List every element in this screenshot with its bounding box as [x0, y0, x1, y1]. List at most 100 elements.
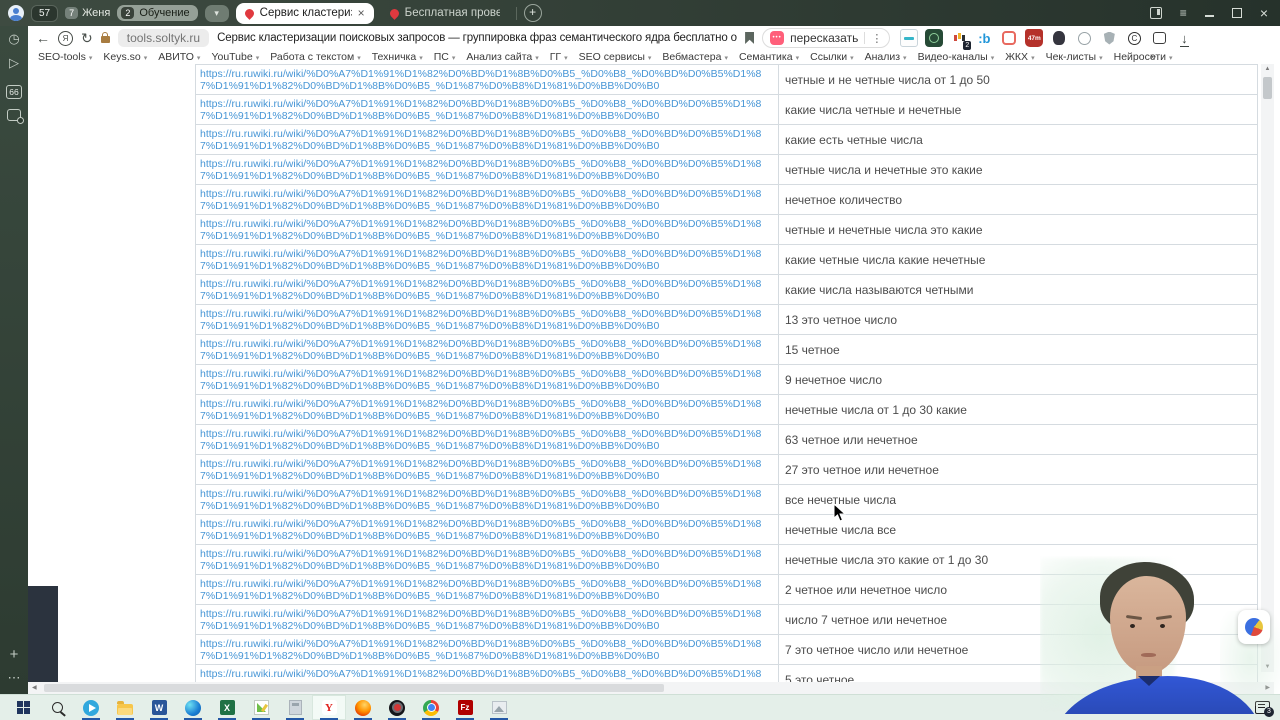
tab-group-chevron-down-icon[interactable] — [204, 4, 229, 22]
result-url-link[interactable]: https://ru.ruwiki.ru/wiki/%D0%A7%D1%91%D… — [196, 245, 779, 274]
vertical-scrollbar[interactable] — [1261, 64, 1274, 672]
new-tab-button[interactable] — [523, 4, 542, 22]
result-url-link[interactable]: https://ru.ruwiki.ru/wiki/%D0%A7%D1%91%D… — [196, 305, 779, 334]
bookmark-folder[interactable]: Чек-листы — [1046, 51, 1103, 63]
bookmark-folder[interactable]: ЖКХ — [1005, 51, 1034, 63]
bookmark-folder[interactable]: SEO-tools — [38, 51, 92, 63]
refresh-icon[interactable] — [81, 31, 93, 45]
floating-extension-button[interactable] — [1238, 610, 1270, 644]
result-url-link[interactable]: https://ru.ruwiki.ru/wiki/%D0%A7%D1%91%D… — [196, 275, 779, 304]
result-url-link[interactable]: https://ru.ruwiki.ru/wiki/%D0%A7%D1%91%D… — [196, 425, 779, 454]
scroll-up-icon[interactable] — [1261, 66, 1274, 72]
search-icon[interactable] — [40, 695, 74, 720]
restore-button[interactable] — [1231, 8, 1242, 18]
result-url-link[interactable]: https://ru.ruwiki.ru/wiki/%D0%A7%D1%91%D… — [196, 365, 779, 394]
bookmark-folder[interactable]: Вебмастера — [662, 51, 728, 63]
bookmark-folder[interactable]: SEO сервисы — [579, 51, 652, 63]
tab-group-zhenya[interactable]: 7 Женя — [65, 7, 110, 19]
bookmark-folder[interactable]: Keys.so — [103, 51, 147, 63]
result-url-link[interactable]: https://ru.ruwiki.ru/wiki/%D0%A7%D1%91%D… — [196, 635, 779, 664]
retell-button[interactable]: пересказать — [762, 28, 891, 48]
edge-icon[interactable] — [176, 695, 210, 720]
yandex-services-icon[interactable] — [58, 30, 73, 46]
result-url-link[interactable]: https://ru.ruwiki.ru/wiki/%D0%A7%D1%91%D… — [196, 155, 779, 184]
result-url-link[interactable]: https://ru.ruwiki.ru/wiki/%D0%A7%D1%91%D… — [196, 185, 779, 214]
bookmark-folder[interactable]: Ссылки — [810, 51, 853, 63]
bookmark-folder[interactable]: АВИТО — [158, 51, 200, 63]
filezilla-icon[interactable] — [448, 695, 482, 720]
dark-mascot-extension-icon[interactable] — [1050, 29, 1068, 47]
result-url-link[interactable]: https://ru.ruwiki.ru/wiki/%D0%A7%D1%91%D… — [196, 485, 779, 514]
retell-more-icon[interactable] — [871, 32, 882, 45]
evergreen-extension-icon[interactable] — [925, 29, 944, 47]
result-url-link[interactable]: https://ru.ruwiki.ru/wiki/%D0%A7%D1%91%D… — [196, 395, 779, 424]
bookmark-folder[interactable]: ГГ — [550, 51, 568, 63]
bookmark-folder[interactable]: Работа с текстом — [270, 51, 361, 63]
scroll-right-icon[interactable] — [1265, 682, 1270, 694]
recorder-icon[interactable] — [380, 695, 414, 720]
result-url-link[interactable]: https://ru.ruwiki.ru/wiki/%D0%A7%D1%91%D… — [196, 515, 779, 544]
downloads-icon[interactable] — [1175, 29, 1193, 47]
result-url-link[interactable]: https://ru.ruwiki.ru/wiki/%D0%A7%D1%91%D… — [196, 665, 779, 682]
copyright-extension-icon[interactable] — [1125, 29, 1143, 47]
shield-extension-icon[interactable] — [1100, 29, 1118, 47]
gray-disc-extension-icon[interactable] — [1075, 29, 1093, 47]
orange-cam-extension-icon[interactable] — [1000, 29, 1018, 47]
result-url-link[interactable]: https://ru.ruwiki.ru/wiki/%D0%A7%D1%91%D… — [196, 545, 779, 574]
chrome-icon[interactable] — [414, 695, 448, 720]
traffic-47m-extension-icon[interactable]: 47m — [1025, 29, 1044, 47]
sidebar-more-icon[interactable] — [0, 670, 28, 686]
close-button[interactable] — [1260, 6, 1268, 20]
bookmark-folder[interactable]: Семантика — [739, 51, 799, 63]
photos-icon[interactable] — [482, 695, 516, 720]
tabs-counter-chip[interactable]: 57 — [31, 4, 59, 22]
scroll-left-icon[interactable] — [32, 682, 37, 694]
result-url-link[interactable]: https://ru.ruwiki.ru/wiki/%D0%A7%D1%91%D… — [196, 95, 779, 124]
taskbar-date[interactable]: 17.06.2024 — [1191, 702, 1246, 714]
menu-icon[interactable] — [1180, 7, 1187, 19]
notification-center-icon[interactable]: 3 — [1255, 701, 1274, 717]
tab-group-obuchenie[interactable]: 2 Обучение — [117, 5, 198, 21]
bookmark-flag-icon[interactable] — [745, 32, 755, 44]
video-play-icon[interactable] — [0, 56, 28, 71]
tab-close-icon[interactable] — [358, 7, 365, 19]
screenshot-chat-icon[interactable] — [0, 108, 28, 124]
lock-icon[interactable] — [100, 32, 110, 43]
editor-icon[interactable] — [244, 695, 278, 720]
firefox-icon[interactable] — [346, 695, 380, 720]
bookmarks-overflow-button[interactable]: » — [1150, 51, 1156, 63]
bookmark-folder[interactable]: YouTube — [211, 51, 259, 63]
explorer-icon[interactable] — [108, 695, 142, 720]
result-url-link[interactable]: https://ru.ruwiki.ru/wiki/%D0%A7%D1%91%D… — [196, 455, 779, 484]
yandex-browser-icon[interactable] — [312, 695, 346, 720]
blue-b-extension-icon[interactable] — [975, 29, 993, 47]
counter-badge[interactable]: 66 — [0, 82, 28, 100]
word-icon[interactable] — [142, 695, 176, 720]
history-clock-icon[interactable] — [0, 32, 28, 47]
back-icon[interactable] — [36, 31, 50, 45]
minimize-button[interactable] — [1204, 15, 1214, 17]
result-url-link[interactable]: https://ru.ruwiki.ru/wiki/%D0%A7%D1%91%D… — [196, 605, 779, 634]
sidebar-add-icon[interactable] — [0, 646, 28, 663]
result-url-link[interactable]: https://ru.ruwiki.ru/wiki/%D0%A7%D1%91%D… — [196, 575, 779, 604]
result-url-link[interactable]: https://ru.ruwiki.ru/wiki/%D0%A7%D1%91%D… — [196, 335, 779, 364]
calculator-icon[interactable] — [278, 695, 312, 720]
tab-free-check[interactable]: Бесплатная проверка по — [381, 3, 509, 24]
bookmark-folder[interactable]: Техничка — [372, 51, 423, 63]
bookmark-folder[interactable]: Анализ — [865, 51, 907, 63]
bookmark-folder[interactable]: ПС — [434, 51, 456, 63]
tab-cluster-service[interactable]: Сервис кластеризаци — [235, 2, 374, 24]
excel-icon[interactable] — [210, 695, 244, 720]
horizontal-scroll-thumb[interactable] — [44, 684, 664, 692]
vertical-scroll-thumb[interactable] — [1263, 77, 1272, 99]
notes-extension-icon[interactable] — [900, 29, 919, 47]
result-url-link[interactable]: https://ru.ruwiki.ru/wiki/%D0%A7%D1%91%D… — [196, 215, 779, 244]
horizontal-scrollbar[interactable] — [28, 682, 1274, 694]
seo-stats-extension-icon[interactable]: 2 — [950, 29, 972, 50]
profile-avatar[interactable] — [8, 5, 24, 21]
collections-extension-icon[interactable] — [1150, 29, 1168, 47]
scroll-down-icon[interactable] — [1261, 664, 1274, 670]
bookmark-folder[interactable]: Анализ сайта — [466, 51, 538, 63]
bookmark-folder[interactable]: Нейросети — [1114, 51, 1173, 63]
start-icon[interactable] — [6, 695, 40, 720]
